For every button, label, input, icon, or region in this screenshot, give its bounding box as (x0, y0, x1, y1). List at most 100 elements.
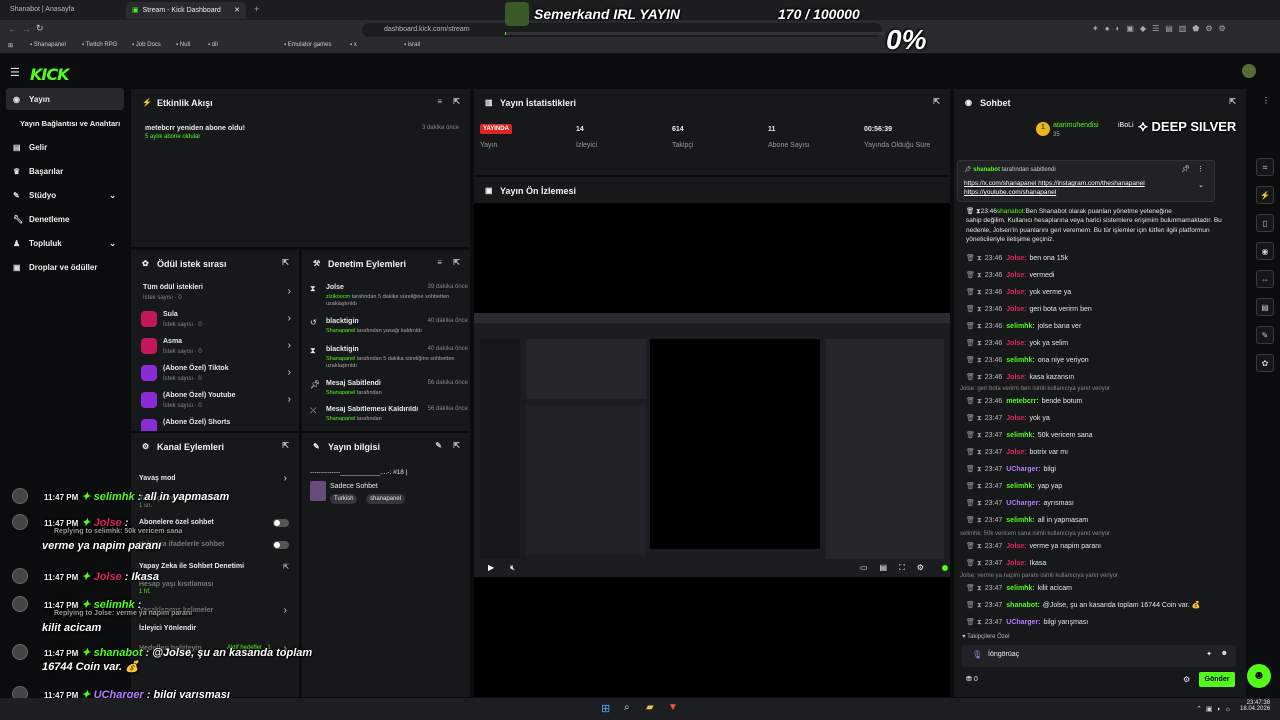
mod-actions-icon[interactable]: 🗑︎ ⧗ (966, 415, 982, 422)
brave-icon[interactable]: ▼ (668, 702, 678, 713)
chat-username[interactable]: Jolse: (1006, 543, 1026, 550)
sidebar-item-studyo[interactable]: ✎ Stüdyo ⌄ (6, 184, 124, 206)
popout-icon[interactable]: ⇱ (453, 441, 460, 450)
rail-button-doc[interactable]: ▯ (1256, 214, 1274, 232)
chat-username[interactable]: selimhk: (1006, 323, 1034, 330)
mod-actions-icon[interactable]: 🗑︎ ⧗ (966, 619, 982, 626)
filter-icon[interactable]: ≡ (437, 258, 442, 267)
mod-actions-icon[interactable]: 🗑︎ ⧗ (966, 449, 982, 456)
rail-button-layout[interactable]: ⌗ (1256, 158, 1274, 176)
bookmark[interactable]: ▪ x (350, 42, 357, 48)
reward-item[interactable]: Sula İstek sayısı · 0 › (141, 309, 291, 335)
mod-actions-icon[interactable]: 🗑︎ ⧗ (966, 560, 982, 567)
bookmark[interactable]: ▪ dil (208, 42, 218, 48)
sidebar-item-droplar[interactable]: ▣ Droplar ve ödüller (6, 256, 124, 278)
mod-actions-icon[interactable]: 🗑︎ ⧗ (966, 398, 982, 405)
mod-actions-icon[interactable]: 🗑︎ ⧗ (966, 500, 982, 507)
play-icon[interactable]: ▶ (488, 563, 494, 572)
rail-button-grid[interactable]: ▤ (1256, 298, 1274, 316)
action-slow-mode[interactable]: Yavaş mod (139, 475, 176, 482)
sidebar-item-gelir[interactable]: ▤ Gelir (6, 136, 124, 158)
search-icon[interactable]: ⌕ (624, 702, 630, 713)
category-name[interactable]: Sadece Sohbet (330, 483, 378, 490)
mod-actions-icon[interactable]: 🗑︎ ⧗ (966, 483, 982, 490)
system-tray-icons[interactable]: ⌃▣◗☼ (1196, 705, 1235, 713)
chat-username[interactable]: selimhk: (1006, 432, 1034, 439)
popout-icon[interactable]: ⇱ (282, 258, 289, 267)
chat-username[interactable]: selimhk: (1006, 585, 1034, 592)
more-icon[interactable]: ⋮ (1262, 96, 1270, 105)
toggle-emotes-only[interactable] (273, 541, 289, 549)
popout-icon[interactable]: ⇱ (282, 441, 289, 450)
reward-item-all[interactable]: Tüm ödül istekleri İstek sayısı · 0 › (141, 282, 291, 308)
mod-actions-icon[interactable]: 🗑︎ ⧗ (966, 543, 982, 550)
chat-username[interactable]: selimhk: (1006, 357, 1034, 364)
back-icon[interactable]: ← (8, 24, 17, 34)
mod-actions-icon[interactable]: 🗑︎ ⧗ (966, 374, 982, 381)
bookmark[interactable]: ▪ Shanapanel (30, 42, 66, 48)
mod-actions-icon[interactable]: 🗑︎ ⧗ (966, 340, 982, 347)
chat-username[interactable]: Jolse: (1006, 340, 1026, 347)
settings-icon[interactable]: ⚙ (1183, 675, 1190, 684)
extension-icons[interactable]: ✦●◐▣◆☰▤▥⬟⚙⚙ (1092, 24, 1232, 33)
chat-username[interactable]: UCharger: (1006, 466, 1040, 473)
chat-username[interactable]: Jolse: (1006, 374, 1026, 381)
bookmark[interactable]: ▪ Twitch RPG (82, 42, 117, 48)
send-button[interactable]: Gönder (1199, 672, 1235, 687)
bookmark[interactable]: ▪ Emulator games (284, 42, 331, 48)
chat-username[interactable]: Jolse: (1006, 289, 1026, 296)
bookmark[interactable]: ▪ israil (404, 42, 420, 48)
menu-icon[interactable]: ☰ (10, 66, 20, 79)
chat-username[interactable]: Jolse: (1006, 560, 1026, 567)
new-tab-icon[interactable]: + (254, 4, 259, 14)
bookmark[interactable]: ▪ Null (176, 42, 190, 48)
mod-actions-icon[interactable]: 🗑︎ ⧗ (966, 306, 982, 313)
rail-button-reward[interactable]: ✿ (1256, 354, 1274, 372)
mute-icon[interactable]: 🔇︎ (510, 563, 515, 573)
close-icon[interactable]: ✕ (234, 6, 240, 14)
chat-username[interactable]: Jolse: (1006, 449, 1026, 456)
mod-actions-icon[interactable]: 🗑︎ ⧗ (966, 289, 982, 296)
unpin-icon[interactable]: 📌︎ (1181, 165, 1190, 173)
reward-item[interactable]: Asma İstek sayısı · 0 › (141, 336, 291, 362)
stream-preview-video[interactable]: ▶ 🔇︎ ▭▤⛶⚙ (474, 313, 950, 577)
mod-actions-icon[interactable]: 🗑︎ ⧗ (966, 585, 982, 592)
rail-button-wrench[interactable]: ✎ (1256, 326, 1274, 344)
sidebar-item-yayin[interactable]: ◉ Yayın (6, 88, 124, 110)
mod-actions-icon[interactable]: 🗑︎ ⧗ (966, 602, 982, 609)
mod-actions-icon[interactable]: 🗑︎ ⧗ (966, 323, 982, 330)
chevron-down-icon[interactable]: ⌄ (1198, 181, 1204, 189)
action-host[interactable]: İzleyici Yönlendir (139, 625, 196, 632)
assistant-icon[interactable]: ☻ (1247, 664, 1271, 688)
sidebar-item-basarilar[interactable]: ♛ Başarılar (6, 160, 124, 182)
mod-actions-icon[interactable]: 🗑︎ ⧗ (966, 517, 982, 524)
chat-username[interactable]: UCharger: (1006, 500, 1040, 507)
reward-item[interactable]: (Abone Özel) Shorts (141, 417, 291, 431)
external-link-icon[interactable]: ⇱ (283, 563, 289, 571)
action-ai-moderation[interactable]: Yapay Zeka ile Sohbet Denetimi (139, 563, 244, 570)
toggle-subs-only[interactable] (273, 519, 289, 527)
filter-icon[interactable]: ≡ (437, 97, 442, 106)
chat-username[interactable]: selimhk: (1006, 483, 1034, 490)
sidebar-item-denetleme[interactable]: 🔧︎ Denetleme (6, 208, 124, 230)
windows-start-icon[interactable]: ⊞ (601, 702, 610, 715)
user-avatar[interactable] (1242, 64, 1256, 78)
reward-item[interactable]: (Abone Özel) Tiktok İstek sayısı · 0 › (141, 363, 291, 389)
emoji-icon[interactable]: ☻ (1221, 650, 1228, 657)
mod-actions-icon[interactable]: 🗑︎ ⧗ (966, 272, 982, 279)
chat-username[interactable]: metebcrr: (1006, 398, 1038, 405)
folder-icon[interactable]: ▰ (646, 702, 654, 713)
forward-icon[interactable]: → (22, 24, 31, 34)
popout-icon[interactable]: ⇱ (933, 97, 940, 106)
chat-username[interactable]: shanabot: (1006, 602, 1039, 609)
chat-username[interactable]: Jolse: (1006, 272, 1026, 279)
action-subs-only[interactable]: Abonelere özel sohbet (139, 519, 214, 526)
player-controls[interactable]: ▭▤⛶⚙ (860, 563, 936, 573)
rail-button-link[interactable]: ⇔ (1256, 270, 1274, 288)
popout-icon[interactable]: ⇱ (1229, 97, 1236, 106)
pinned-links[interactable]: https://x.com/shanapanel https://instagr… (964, 179, 1194, 197)
points-display[interactable]: ⛃ 0 (966, 675, 978, 683)
mod-actions-icon[interactable]: 🗑︎ ⧗ (966, 357, 982, 364)
sidebar-item-stream-key[interactable]: Yayın Bağlantısı ve Anahtarı (6, 112, 124, 134)
more-icon[interactable]: ⋮ (1197, 165, 1204, 173)
